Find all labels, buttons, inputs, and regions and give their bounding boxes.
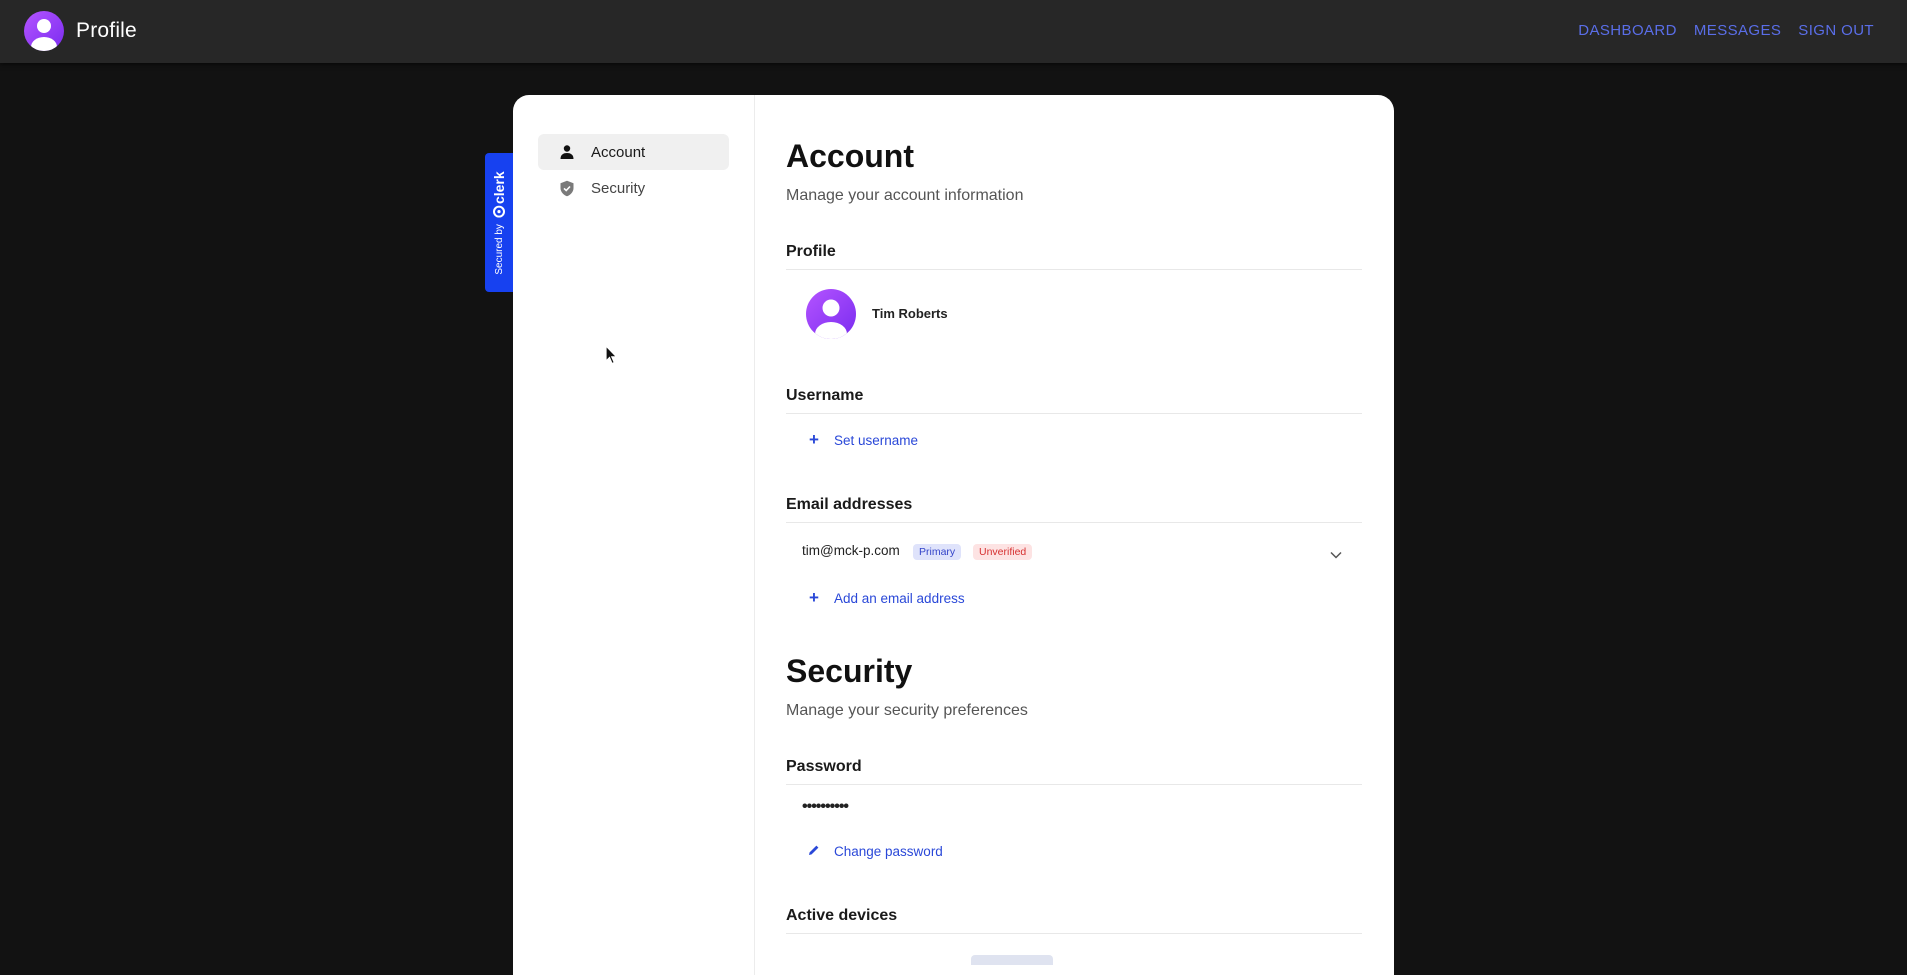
page-title: Profile: [76, 19, 137, 42]
unverified-badge: Unverified: [973, 544, 1033, 560]
add-email-button[interactable]: + Add an email address: [808, 588, 965, 608]
shield-icon: [557, 178, 577, 198]
set-username-button[interactable]: + Set username: [808, 430, 918, 450]
nav-messages-link[interactable]: MESSAGES: [1694, 22, 1781, 39]
user-icon: [557, 142, 577, 162]
sidebar-item-security[interactable]: Security: [538, 170, 729, 206]
pencil-icon: [808, 841, 820, 861]
security-subtitle: Manage your security preferences: [786, 702, 1028, 719]
nav-sign-out-link[interactable]: SIGN OUT: [1798, 22, 1874, 39]
plus-icon: +: [809, 430, 819, 449]
email-list-item[interactable]: tim@mck-p.com Primary Unverified: [786, 536, 1362, 566]
profile-content: Account Manage your account information …: [786, 95, 1362, 975]
sidebar-item-account[interactable]: Account: [538, 134, 729, 170]
clerk-logo: clerk: [491, 171, 507, 219]
account-subtitle: Manage your account information: [786, 187, 1024, 204]
secured-by-text: Secured by: [493, 224, 505, 275]
account-title: Account: [786, 138, 914, 174]
user-avatar-icon: [31, 19, 57, 51]
primary-badge: Primary: [913, 544, 962, 560]
sidebar-item-label: Account: [591, 143, 646, 161]
nav-dashboard-link[interactable]: DASHBOARD: [1578, 22, 1677, 39]
profile-section-heading: Profile: [786, 243, 1362, 270]
username-section-heading: Username: [786, 387, 1362, 414]
user-avatar-icon: [815, 299, 847, 339]
email-address: tim@mck-p.com: [802, 543, 900, 558]
security-title: Security: [786, 653, 913, 689]
profile-avatar[interactable]: [806, 289, 856, 339]
change-password-button[interactable]: Change password: [808, 841, 943, 861]
password-section-heading: Password: [786, 758, 1362, 785]
top-nav: DASHBOARD MESSAGES SIGN OUT: [1578, 22, 1874, 39]
password-mask: ••••••••••: [802, 798, 849, 815]
avatar[interactable]: [24, 11, 64, 51]
sidebar-item-label: Security: [591, 179, 646, 197]
device-card-stub: [971, 955, 1053, 965]
clerk-logo-icon: [493, 206, 505, 219]
email-section-heading: Email addresses: [786, 496, 1362, 523]
profile-name: Tim Roberts: [872, 306, 948, 321]
user-profile-card: Account Security Account Manage your acc…: [513, 95, 1394, 975]
profile-sidebar: Account Security: [513, 95, 755, 975]
chevron-down-icon[interactable]: [1330, 546, 1342, 564]
plus-icon: +: [809, 588, 819, 607]
active-devices-heading: Active devices: [786, 907, 1362, 934]
clerk-badge[interactable]: Secured by clerk: [485, 153, 513, 292]
app-bar: Profile DASHBOARD MESSAGES SIGN OUT: [0, 0, 1907, 63]
